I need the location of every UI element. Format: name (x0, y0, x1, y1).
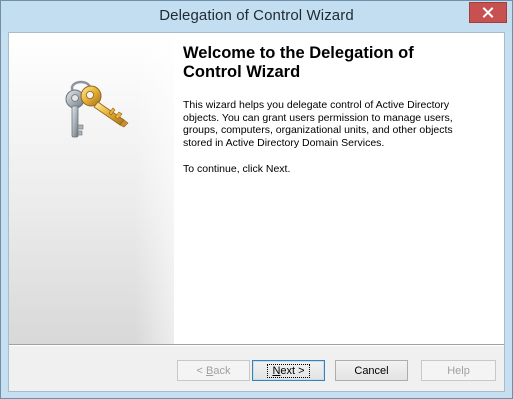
cancel-button[interactable]: Cancel (335, 360, 408, 381)
wizard-page: Welcome to the Delegation of Control Wiz… (8, 32, 505, 392)
back-button-prefix: < (196, 364, 206, 377)
close-button[interactable] (469, 2, 507, 23)
wizard-side-panel (9, 33, 174, 344)
button-bar: < Back Next > Cancel Help (9, 346, 504, 391)
close-icon (482, 7, 494, 18)
continue-instruction: To continue, click Next. (183, 163, 291, 175)
next-button[interactable]: Next > (252, 360, 325, 381)
keys-icon (65, 80, 129, 138)
next-button-focus: Next > (267, 363, 310, 378)
page-title: Welcome to the Delegation of Control Wiz… (183, 44, 414, 81)
title-bar[interactable]: Delegation of Control Wizard (1, 1, 512, 32)
back-button-accel: B (206, 364, 214, 377)
back-button-rest: ack (213, 364, 231, 377)
window-title: Delegation of Control Wizard (159, 7, 354, 24)
wizard-description: This wizard helps you delegate control o… (183, 99, 453, 149)
wizard-content: Welcome to the Delegation of Control Wiz… (183, 44, 483, 176)
help-button[interactable]: Help (421, 360, 496, 381)
wizard-window: Delegation of Control Wizard Welcome to … (0, 0, 513, 399)
back-button[interactable]: < Back (177, 360, 250, 381)
next-button-rest: ext > (280, 364, 305, 377)
